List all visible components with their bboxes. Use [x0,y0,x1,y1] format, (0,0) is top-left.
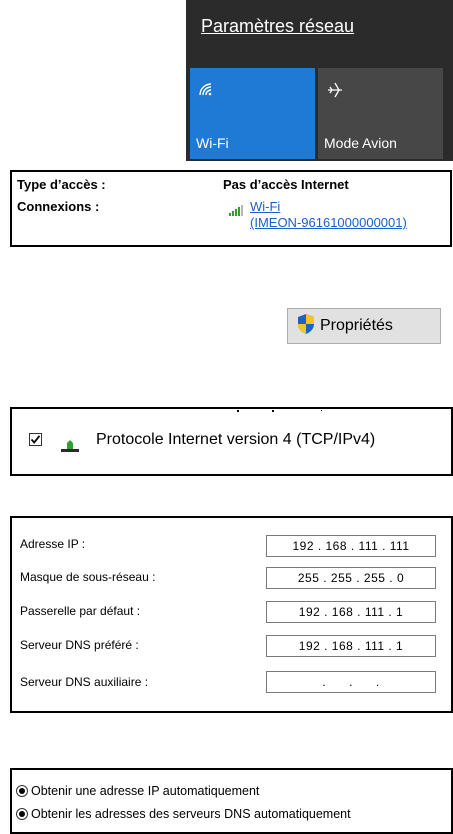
wifi-signal-icon [229,201,247,220]
auto-dns-radio[interactable] [16,808,28,820]
ip-address-label: Adresse IP : [20,537,86,551]
uac-shield-icon [296,313,320,340]
properties-button[interactable]: Propriétés [287,308,441,344]
auto-dns-label: Obtenir les adresses des serveurs DNS au… [31,807,351,821]
wifi-icon [198,81,216,100]
dot [237,410,239,412]
default-gateway-field[interactable]: 192 . 168 . 111 . 1 [266,601,436,623]
auto-options-panel [10,768,453,834]
protocol-label: Protocole Internet version 4 (TCP/IPv4) [96,431,376,448]
network-protocol-icon [61,437,79,456]
airplane-tile-label: Mode Avion [324,135,397,151]
auto-ip-label: Obtenir une adresse IP automatiquement [31,784,260,798]
dot [321,410,322,411]
access-type-label: Type d’accès : [17,177,106,192]
auto-dns-option[interactable]: Obtenir les adresses des serveurs DNS au… [16,807,351,821]
connections-label: Connexions : [17,199,100,214]
protocol-checkbox[interactable] [29,433,42,446]
access-type-value: Pas d’accès Internet [223,177,349,192]
dot [272,410,274,412]
alternate-dns-field[interactable]: . . . [266,671,436,693]
wifi-tile[interactable]: Wi-Fi [190,68,315,159]
connection-link-ssid[interactable]: (IMEON-96161000000001) [250,215,407,231]
subnet-mask-field[interactable]: 255 . 255 . 255 . 0 [266,567,436,589]
ip-address-field[interactable]: 192 . 168 . 111 . 111 [266,535,436,557]
connection-link-name[interactable]: Wi-Fi [250,199,407,215]
auto-ip-option[interactable]: Obtenir une adresse IP automatiquement [16,784,259,798]
airplane-icon [326,81,344,103]
alternate-dns-label: Serveur DNS auxiliaire : [20,675,149,689]
subnet-mask-label: Masque de sous-réseau : [20,570,156,584]
network-settings-link[interactable]: Paramètres réseau [201,16,354,37]
preferred-dns-label: Serveur DNS préféré : [20,638,139,652]
airplane-mode-tile[interactable]: Mode Avion [318,68,443,159]
default-gateway-label: Passerelle par défaut : [20,604,141,618]
auto-ip-radio[interactable] [16,785,28,797]
wifi-tile-label: Wi-Fi [196,135,229,151]
connection-link[interactable]: Wi-Fi (IMEON-96161000000001) [250,199,407,231]
properties-button-label: Propriétés [320,317,393,334]
preferred-dns-field[interactable]: 192 . 168 . 111 . 1 [266,635,436,657]
